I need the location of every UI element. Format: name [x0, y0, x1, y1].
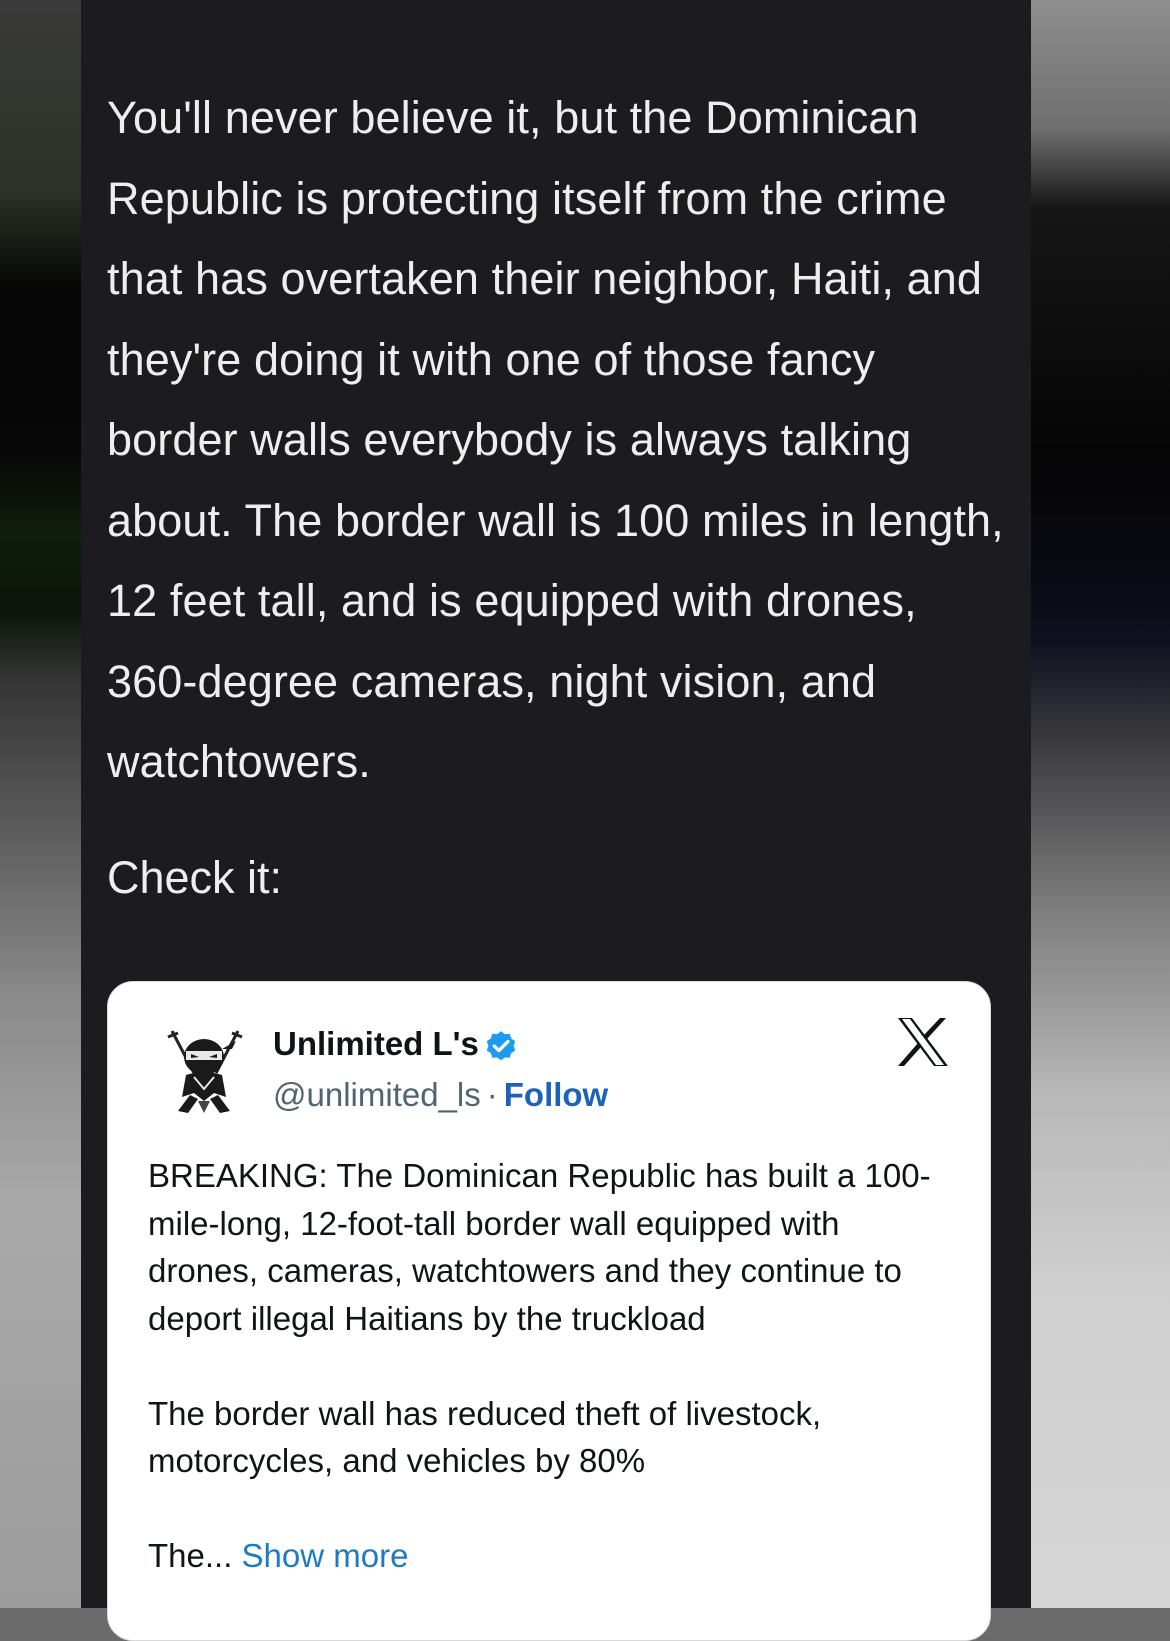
tweet-truncated-paragraph: The... Show more: [148, 1532, 948, 1580]
tweet-handle[interactable]: @unlimited_ls: [273, 1076, 481, 1113]
background-left-blur: [0, 0, 81, 1608]
follow-link[interactable]: Follow: [504, 1076, 608, 1113]
tweet-paragraph-2: The border wall has reduced theft of liv…: [148, 1394, 822, 1480]
article-screen: You'll never believe it, but the Dominic…: [81, 0, 1031, 1641]
embedded-tweet-card[interactable]: Unlimited L's @unlimited_ls · Follow BREAK…: [107, 981, 991, 1641]
show-more-link[interactable]: Show more: [242, 1537, 409, 1574]
ninja-avatar-icon[interactable]: [164, 1027, 244, 1115]
truncated-text: The...: [148, 1537, 233, 1574]
tweet-body[interactable]: BREAKING: The Dominican Republic has bui…: [148, 1152, 948, 1580]
check-it-text: Check it:: [107, 852, 283, 903]
tweet-paragraph-1: BREAKING: The Dominican Republic has bui…: [148, 1157, 931, 1337]
tweet-display-name[interactable]: Unlimited L's: [273, 1024, 479, 1064]
verified-badge-icon: [486, 1031, 516, 1061]
article-body-text: You'll never believe it, but the Dominic…: [107, 92, 1004, 787]
tweet-handle-row: @unlimited_ls · Follow: [273, 1075, 608, 1115]
handle-separator: ·: [486, 1076, 498, 1113]
x-logo-icon[interactable]: [896, 1016, 950, 1068]
background-right-blur: [1031, 0, 1170, 1608]
